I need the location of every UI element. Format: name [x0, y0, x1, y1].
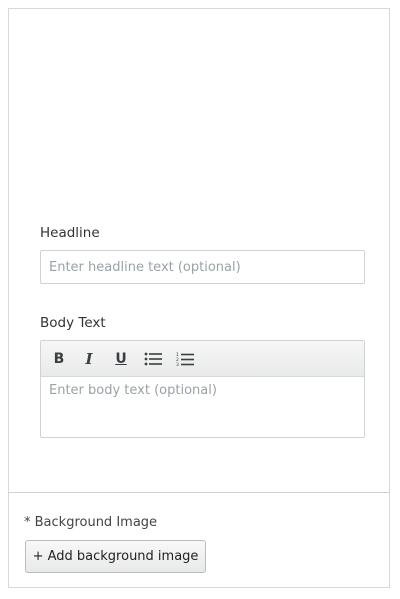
add-background-image-button[interactable]: + Add background image	[25, 540, 206, 573]
svg-text:3: 3	[176, 362, 179, 367]
italic-button[interactable]: I	[78, 349, 100, 369]
bulleted-list-icon-svg	[144, 352, 162, 366]
bold-button[interactable]: B	[48, 349, 70, 369]
section-divider	[9, 492, 389, 493]
bulleted-list-icon[interactable]	[142, 349, 164, 369]
body-text-editor: B I U 1 2 3 Enter body text (optional)	[40, 340, 365, 438]
headline-label: Headline	[40, 225, 100, 241]
headline-input[interactable]	[40, 250, 365, 284]
module-editor-panel: Headline Body Text B I U 1 2	[8, 8, 390, 588]
body-text-input[interactable]: Enter body text (optional)	[41, 377, 364, 437]
rich-text-toolbar: B I U 1 2 3	[41, 341, 364, 377]
background-image-label: * Background Image	[24, 515, 158, 530]
numbered-list-icon[interactable]: 1 2 3	[174, 349, 196, 369]
body-text-label: Body Text	[40, 315, 106, 331]
underline-button[interactable]: U	[110, 349, 132, 369]
numbered-list-icon-svg: 1 2 3	[176, 352, 194, 367]
